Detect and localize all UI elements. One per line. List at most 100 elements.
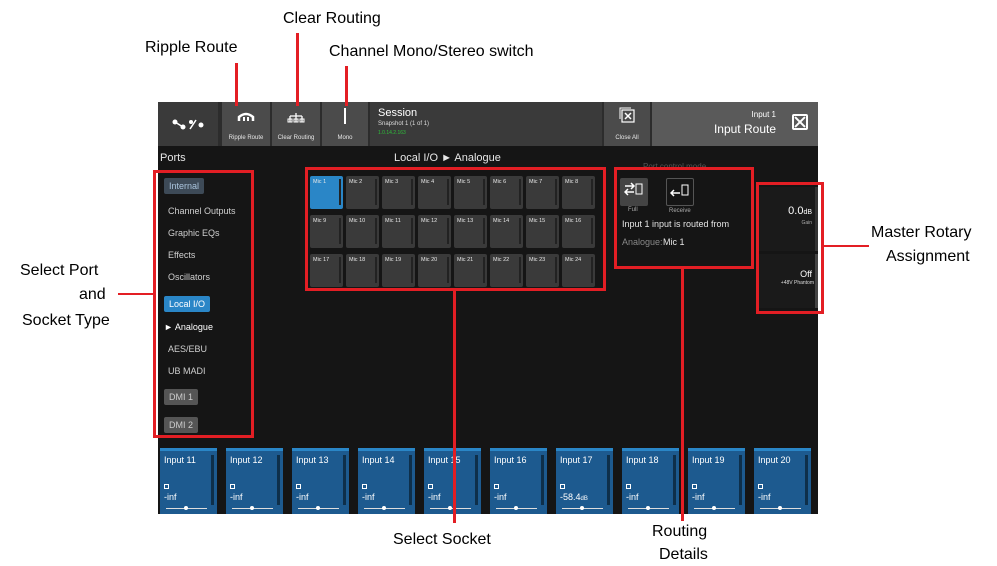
channel-fader-knob[interactable] (184, 506, 188, 510)
session-panel[interactable]: Session Snapshot 1 (1 of 1) 1.0.14.2.163 (370, 102, 602, 146)
channel-name: Input 11 (164, 455, 196, 465)
input-route-header: Input 1 Input Route (652, 102, 818, 146)
channel-name: Input 17 (560, 455, 593, 465)
ripple-route-icon (237, 112, 255, 121)
channel-name: Input 18 (626, 455, 659, 465)
channel-select-icon[interactable] (494, 484, 499, 489)
channel-meter (211, 455, 214, 505)
annotation-mono-stereo: Channel Mono/Stereo switch (329, 43, 534, 60)
mono-leader (345, 66, 348, 106)
channel-strip-input-18[interactable]: Input 18 -inf (622, 448, 679, 514)
channel-meter (673, 455, 676, 505)
channel-fader-knob[interactable] (382, 506, 386, 510)
ripple-route-label: Ripple Route (228, 135, 264, 141)
console-screen: Ripple Route Clear Routing Mono Session … (158, 102, 818, 514)
channel-meter (607, 455, 610, 505)
channel-strip-input-20[interactable]: Input 20 -inf (754, 448, 811, 514)
input-name: Input 1 (751, 110, 776, 119)
session-title: Session (378, 107, 418, 119)
channel-name: Input 14 (362, 455, 395, 465)
channel-select-icon[interactable] (560, 484, 565, 489)
rotary-highlight-box (756, 182, 824, 314)
channel-name: Input 20 (758, 455, 791, 465)
channel-select-icon[interactable] (230, 484, 235, 489)
channel-level: -inf (230, 492, 243, 502)
clear-routing-leader (296, 33, 299, 106)
input-route-title: Input Route (713, 122, 776, 136)
routing-details-highlight-box (614, 167, 754, 269)
close-all-icon (619, 107, 635, 123)
channel-meter (277, 455, 280, 505)
mono-stereo-button[interactable]: Mono (322, 102, 368, 146)
channel-strip-input-14[interactable]: Input 14 -inf (358, 448, 415, 514)
clear-routing-icon (287, 113, 305, 123)
channel-fader-knob[interactable] (580, 506, 584, 510)
routing-menu-button[interactable] (158, 102, 218, 146)
annotation-ripple-route: Ripple Route (145, 39, 238, 56)
channel-meter (739, 455, 742, 505)
channel-level: -inf (626, 492, 639, 502)
annotation-select-port-2: and (79, 286, 106, 303)
sockets-highlight-box (305, 167, 606, 291)
channel-select-icon[interactable] (428, 484, 433, 489)
mono-label: Mono (337, 135, 353, 141)
sockets-header: Local I/O ► Analogue (394, 152, 501, 164)
channel-strip-input-11[interactable]: Input 11 -inf (160, 448, 217, 514)
channel-fader-knob[interactable] (778, 506, 782, 510)
annotation-routing-details-2: Details (659, 546, 708, 563)
session-code: 1.0.14.2.163 (378, 130, 406, 136)
channel-strip-input-17[interactable]: Input 17 -58.4dB (556, 448, 613, 514)
channel-level: -inf (164, 492, 177, 502)
channel-meter (541, 455, 544, 505)
channel-meter (805, 455, 808, 505)
channel-strip-input-19[interactable]: Input 19 -inf (688, 448, 745, 514)
channel-fader-knob[interactable] (712, 506, 716, 510)
channel-fader-knob[interactable] (448, 506, 452, 510)
close-icon[interactable] (792, 114, 808, 130)
channel-name: Input 12 (230, 455, 263, 465)
channel-select-icon[interactable] (758, 484, 763, 489)
channel-fader-knob[interactable] (250, 506, 254, 510)
channel-strip-input-13[interactable]: Input 13 -inf (292, 448, 349, 514)
channel-level: -inf (692, 492, 705, 502)
routing-details-leader (681, 268, 684, 521)
channel-name: Input 16 (494, 455, 527, 465)
channel-select-icon[interactable] (164, 484, 169, 489)
channel-meter (475, 455, 478, 505)
clear-routing-button[interactable]: Clear Routing (272, 102, 320, 146)
ports-header: Ports (160, 152, 186, 164)
channel-select-icon[interactable] (296, 484, 301, 489)
channel-select-icon[interactable] (362, 484, 367, 489)
clear-routing-label: Clear Routing (277, 135, 315, 141)
annotation-master-rotary-2: Assignment (886, 248, 970, 265)
channel-level: -inf (428, 492, 441, 502)
ports-leader (118, 293, 154, 295)
channel-fader-knob[interactable] (514, 506, 518, 510)
close-all-button[interactable]: Close All (604, 102, 650, 146)
rotary-leader (823, 245, 869, 247)
channel-level: -inf (758, 492, 771, 502)
socket-leader (453, 290, 456, 523)
routing-icon (172, 119, 204, 130)
annotation-master-rotary-1: Master Rotary (871, 224, 972, 241)
mono-icon (344, 108, 346, 124)
channel-level: -inf (362, 492, 375, 502)
channel-select-icon[interactable] (626, 484, 631, 489)
ripple-route-leader (235, 63, 238, 106)
channel-fader-knob[interactable] (646, 506, 650, 510)
session-snapshot: Snapshot 1 (1 of 1) (378, 121, 430, 127)
channel-meter (409, 455, 412, 505)
channel-level: -inf (296, 492, 309, 502)
annotation-select-port-1: Select Port (20, 262, 99, 279)
ports-highlight-box (153, 170, 254, 438)
channel-strip-input-12[interactable]: Input 12 -inf (226, 448, 283, 514)
channel-meter (343, 455, 346, 505)
channel-select-icon[interactable] (692, 484, 697, 489)
channel-strip-input-16[interactable]: Input 16 -inf (490, 448, 547, 514)
annotation-select-socket: Select Socket (393, 531, 491, 548)
annotation-routing-details-1: Routing (652, 523, 708, 540)
ripple-route-button[interactable]: Ripple Route (222, 102, 270, 146)
channel-level: -58.4dB (560, 492, 588, 502)
channel-fader-knob[interactable] (316, 506, 320, 510)
top-toolbar: Ripple Route Clear Routing Mono Session … (158, 102, 818, 146)
